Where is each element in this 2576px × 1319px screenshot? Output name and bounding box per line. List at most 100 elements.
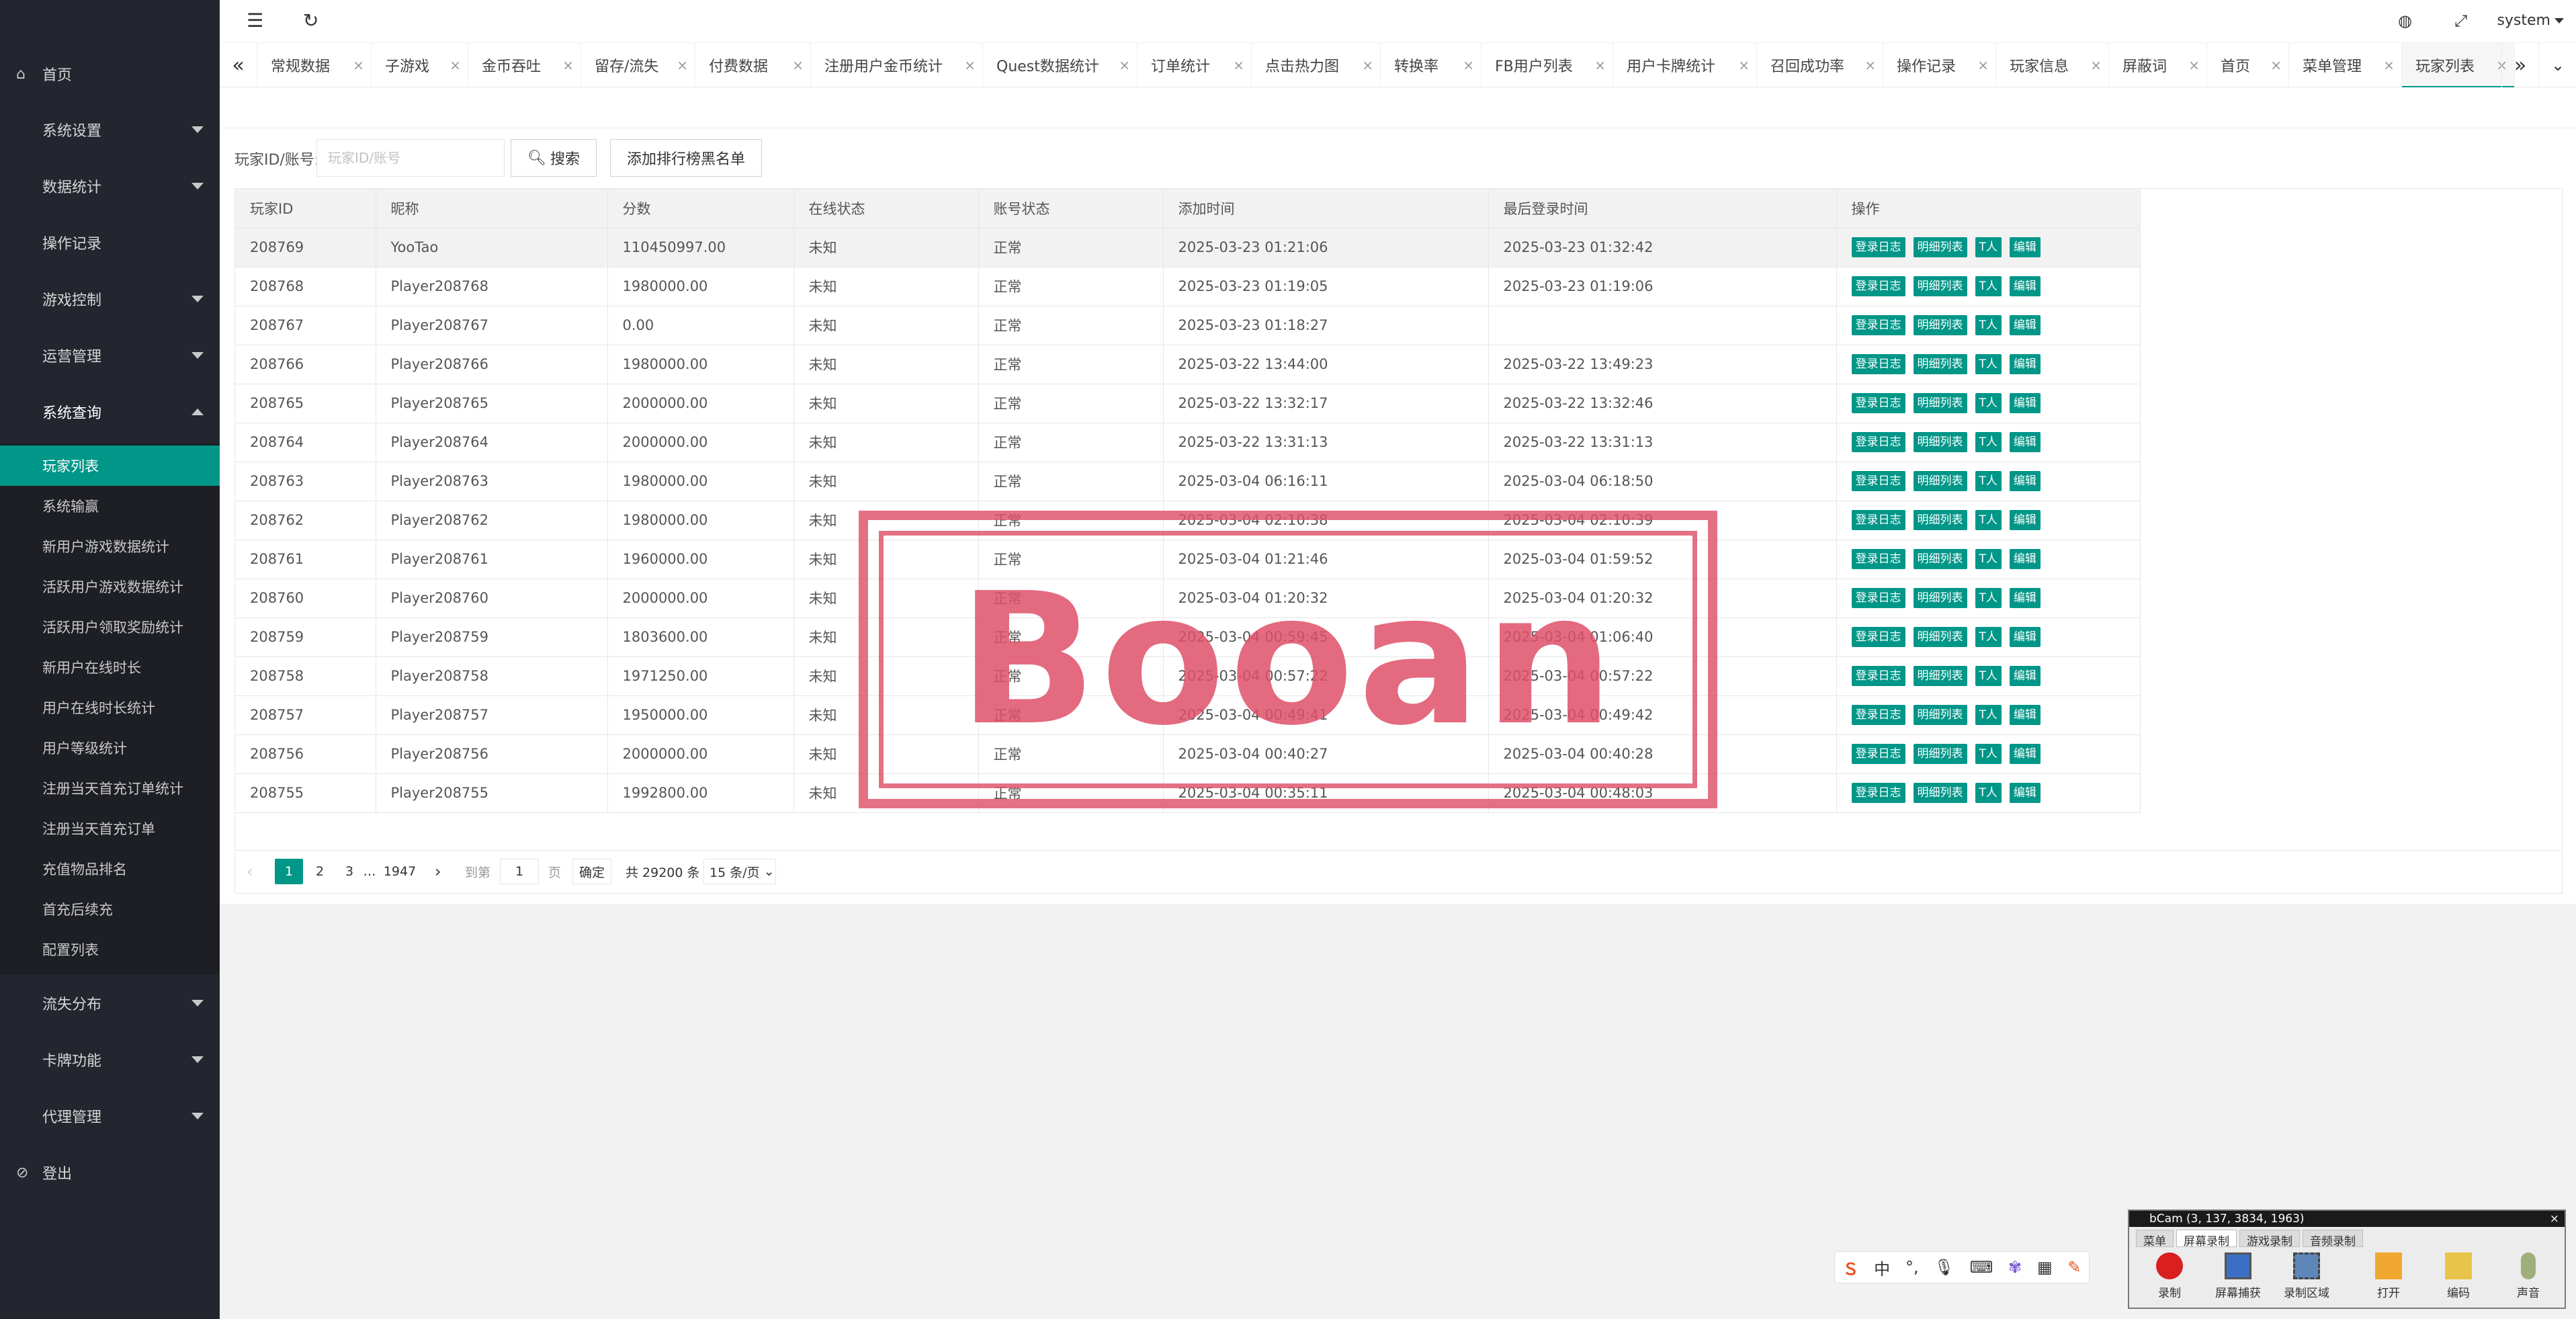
kick-player-button[interactable]: T人 (1975, 432, 2002, 452)
sidebar-subitem[interactable]: 注册当天首充订单 (0, 808, 220, 849)
detail-list-button[interactable]: 明细列表 (1913, 627, 1967, 647)
edit-button[interactable]: 编辑 (2009, 237, 2041, 257)
detail-list-button[interactable]: 明细列表 (1913, 315, 1967, 335)
sidebar-subitem[interactable]: 活跃用户领取奖励统计 (0, 607, 220, 647)
theme-icon[interactable]: ◍ (2398, 11, 2412, 30)
login-log-button[interactable]: 登录日志 (1851, 627, 1905, 647)
sidebar-item-operations[interactable]: 运营管理 (0, 335, 220, 376)
tab[interactable]: 转换率 × (1381, 43, 1482, 87)
record-button[interactable]: 录制 (2143, 1252, 2196, 1306)
sidebar-item-logout[interactable]: ⊘ 登出 (0, 1152, 220, 1193)
close-icon[interactable]: × (1594, 57, 1606, 73)
close-icon[interactable]: × (1864, 57, 1876, 73)
ime-chinese-toggle[interactable]: 中 (1874, 1256, 1890, 1279)
detail-list-button[interactable]: 明细列表 (1913, 432, 1967, 452)
encode-button[interactable]: 编码 (2432, 1252, 2485, 1306)
edit-button[interactable]: 编辑 (2009, 393, 2041, 413)
kick-player-button[interactable]: T人 (1975, 705, 2002, 725)
login-log-button[interactable]: 登录日志 (1851, 393, 1905, 413)
detail-list-button[interactable]: 明细列表 (1913, 783, 1967, 803)
sidebar-item-system-query[interactable]: 系统查询 (0, 392, 220, 432)
close-icon[interactable]: × (353, 57, 364, 73)
detail-list-button[interactable]: 明细列表 (1913, 744, 1967, 764)
player-id-search-input[interactable] (316, 139, 505, 177)
search-button[interactable]: 🔍︎ 搜索 (511, 139, 597, 177)
tab[interactable]: 点击热力图 × (1252, 43, 1381, 87)
next-page-icon[interactable]: › (435, 859, 441, 884)
refresh-icon[interactable]: ↻ (303, 9, 318, 32)
sound-button[interactable]: 声音 (2501, 1252, 2555, 1306)
sidebar-item-churn[interactable]: 流失分布 (0, 983, 220, 1023)
sidebar-subitem[interactable]: 新用户在线时长 (0, 647, 220, 687)
edit-button[interactable]: 编辑 (2009, 744, 2041, 764)
tab-prev-icon[interactable]: « (220, 43, 257, 87)
detail-list-button[interactable]: 明细列表 (1913, 354, 1967, 374)
login-log-button[interactable]: 登录日志 (1851, 471, 1905, 491)
kick-player-button[interactable]: T人 (1975, 783, 2002, 803)
sidebar-subitem[interactable]: 系统输赢 (0, 486, 220, 526)
close-icon[interactable]: × (1977, 57, 1989, 73)
kick-player-button[interactable]: T人 (1975, 510, 2002, 530)
page-3[interactable]: 3 (339, 859, 359, 884)
edit-button[interactable]: 编辑 (2009, 354, 2041, 374)
tab[interactable]: 留存/流失 × (581, 43, 695, 87)
kick-player-button[interactable]: T人 (1975, 744, 2002, 764)
tab[interactable]: 召回成功率 × (1757, 43, 1883, 87)
login-log-button[interactable]: 登录日志 (1851, 783, 1905, 803)
edit-button[interactable]: 编辑 (2009, 666, 2041, 686)
keyboard-icon[interactable]: ⌨ (1970, 1258, 1993, 1277)
edit-button[interactable]: 编辑 (2009, 627, 2041, 647)
kick-player-button[interactable]: T人 (1975, 393, 2002, 413)
sidebar-subitem[interactable]: 新用户游戏数据统计 (0, 526, 220, 566)
sidebar-subitem[interactable]: 注册当天首充订单统计 (0, 768, 220, 808)
detail-list-button[interactable]: 明细列表 (1913, 588, 1967, 608)
microphone-icon[interactable]: 🎙︎ (1934, 1258, 1954, 1277)
tab[interactable]: 菜单管理 × (2289, 43, 2402, 87)
fullscreen-icon[interactable]: ⤢ (2454, 11, 2467, 30)
detail-list-button[interactable]: 明细列表 (1913, 549, 1967, 569)
close-icon[interactable]: × (1463, 57, 1474, 73)
login-log-button[interactable]: 登录日志 (1851, 705, 1905, 725)
edit-button[interactable]: 编辑 (2009, 783, 2041, 803)
open-button[interactable]: 打开 (2362, 1252, 2415, 1306)
close-icon[interactable]: × (2270, 57, 2282, 73)
detail-list-button[interactable]: 明细列表 (1913, 237, 1967, 257)
detail-list-button[interactable]: 明细列表 (1913, 510, 1967, 530)
recorder-tab[interactable]: 菜单 (2136, 1230, 2174, 1248)
kick-player-button[interactable]: T人 (1975, 315, 2002, 335)
tab[interactable]: 用户卡牌统计 × (1613, 43, 1757, 87)
tab[interactable]: 屏蔽词 × (2109, 43, 2207, 87)
detail-list-button[interactable]: 明细列表 (1913, 666, 1967, 686)
login-log-button[interactable]: 登录日志 (1851, 354, 1905, 374)
goto-page-input[interactable]: 1 (500, 859, 539, 884)
login-log-button[interactable]: 登录日志 (1851, 666, 1905, 686)
close-icon[interactable]: × (1119, 57, 1130, 73)
record-region-button[interactable]: 录制区域 (2280, 1252, 2333, 1306)
sidebar-subitem[interactable]: 配置列表 (0, 929, 220, 970)
ime-logo-icon[interactable]: Ｓ (1842, 1256, 1858, 1279)
close-icon[interactable]: × (2090, 57, 2102, 73)
close-icon[interactable]: × (2383, 57, 2395, 73)
detail-list-button[interactable]: 明细列表 (1913, 393, 1967, 413)
sidebar-item-system-settings[interactable]: 系统设置 (0, 110, 220, 150)
tab[interactable]: 首页 × (2207, 43, 2289, 87)
login-log-button[interactable]: 登录日志 (1851, 315, 1905, 335)
tab[interactable]: 金币吞吐 × (468, 43, 581, 87)
edit-button[interactable]: 编辑 (2009, 276, 2041, 296)
tab[interactable]: FB用户列表 × (1482, 43, 1613, 87)
edit-button[interactable]: 编辑 (2009, 705, 2041, 725)
login-log-button[interactable]: 登录日志 (1851, 276, 1905, 296)
page-size-select[interactable]: 15 条/页 ⌄ (703, 859, 776, 884)
edit-button[interactable]: 编辑 (2009, 549, 2041, 569)
close-icon[interactable]: × (964, 57, 976, 73)
detail-list-button[interactable]: 明细列表 (1913, 471, 1967, 491)
screen-capture-button[interactable]: 屏幕捕获 (2211, 1252, 2265, 1306)
sidebar-subitem[interactable]: 活跃用户游戏数据统计 (0, 566, 220, 607)
kick-player-button[interactable]: T人 (1975, 354, 2002, 374)
tab[interactable]: 付费数据 × (695, 43, 811, 87)
tab[interactable]: 注册用户金币统计 × (811, 43, 983, 87)
sidebar-subitem[interactable]: 首充后续充 (0, 889, 220, 929)
kick-player-button[interactable]: T人 (1975, 276, 2002, 296)
kick-player-button[interactable]: T人 (1975, 666, 2002, 686)
chevron-down-icon[interactable]: ⌄ (2539, 43, 2576, 87)
